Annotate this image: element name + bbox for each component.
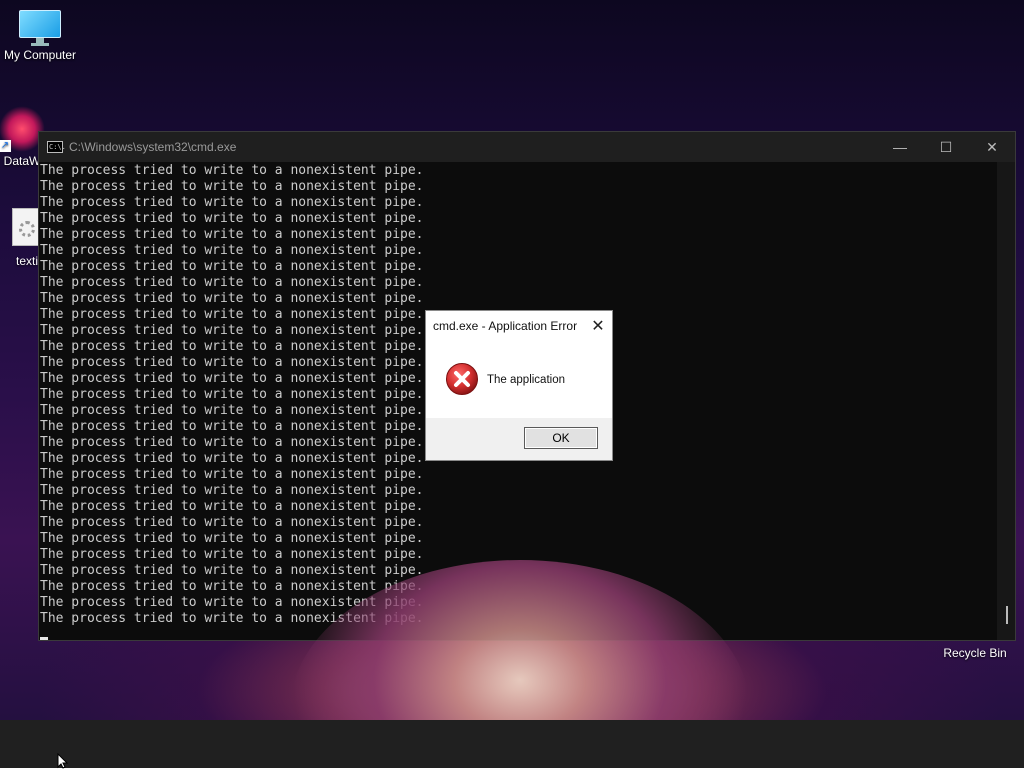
my-computer-label: My Computer (3, 48, 77, 62)
dialog-close-button[interactable]: ✕ (584, 312, 612, 340)
dialog-footer: OK (426, 418, 612, 460)
cmd-titlebar[interactable]: C:\. C:\Windows\system32\cmd.exe — ☐ ✕ (39, 132, 1015, 162)
terminal-line: The process tried to write to a nonexist… (40, 291, 424, 306)
terminal-line: The process tried to write to a nonexist… (40, 563, 424, 578)
text-cursor (40, 637, 48, 640)
close-button[interactable]: ✕ (969, 132, 1015, 162)
maximize-button[interactable]: ☐ (923, 132, 969, 162)
minimize-button[interactable]: — (877, 132, 923, 162)
mouse-pointer-icon (57, 753, 69, 769)
terminal-line: The process tried to write to a nonexist… (40, 483, 424, 498)
terminal-line: The process tried to write to a nonexist… (40, 579, 424, 594)
terminal-line: The process tried to write to a nonexist… (40, 179, 424, 194)
vertical-scrollbar[interactable] (997, 162, 1015, 640)
desktop: My Computer ↗ DataW texti Recycle Bin C:… (0, 0, 1024, 720)
my-computer-desktop-icon[interactable]: My Computer (0, 10, 80, 62)
terminal-line: The process tried to write to a nonexist… (40, 499, 424, 514)
dialog-title: cmd.exe - Application Error (433, 319, 578, 333)
terminal-line: The process tried to write to a nonexist… (40, 515, 424, 530)
recycle-bin-desktop-icon[interactable]: Recycle Bin (935, 646, 1015, 660)
cmd-icon: C:\. (47, 141, 66, 153)
terminal-line: The process tried to write to a nonexist… (40, 467, 424, 482)
terminal-line: The process tried to write to a nonexist… (40, 531, 424, 546)
taskbar[interactable] (0, 720, 1024, 768)
terminal-line: The process tried to write to a nonexist… (40, 243, 424, 258)
terminal-line: The process tried to write to a nonexist… (40, 611, 424, 626)
terminal-line: The process tried to write to a nonexist… (40, 547, 424, 562)
terminal-line: The process tried to write to a nonexist… (40, 259, 424, 274)
window-title: C:\Windows\system32\cmd.exe (69, 140, 237, 154)
terminal-line: The process tried to write to a nonexist… (40, 275, 424, 290)
terminal-line: The process tried to write to a nonexist… (40, 595, 424, 610)
terminal-line: The process tried to write to a nonexist… (40, 163, 424, 178)
dialog-content: The application (426, 341, 612, 419)
terminal-line: The process tried to write to a nonexist… (40, 227, 424, 242)
scrollbar-thumb[interactable] (1006, 606, 1008, 624)
shortcut-arrow-icon: ↗ (0, 140, 11, 152)
error-icon (445, 362, 479, 399)
dialog-titlebar[interactable]: cmd.exe - Application Error ✕ (426, 311, 612, 341)
application-error-dialog[interactable]: cmd.exe - Application Error ✕ The applic… (425, 310, 613, 461)
ok-button[interactable]: OK (524, 427, 598, 449)
terminal-line: The process tried to write to a nonexist… (40, 211, 424, 226)
recycle-bin-label: Recycle Bin (943, 646, 1007, 660)
terminal-line: The process tried to write to a nonexist… (40, 195, 424, 210)
monitor-icon (19, 10, 61, 46)
dialog-message: The application (487, 374, 565, 386)
